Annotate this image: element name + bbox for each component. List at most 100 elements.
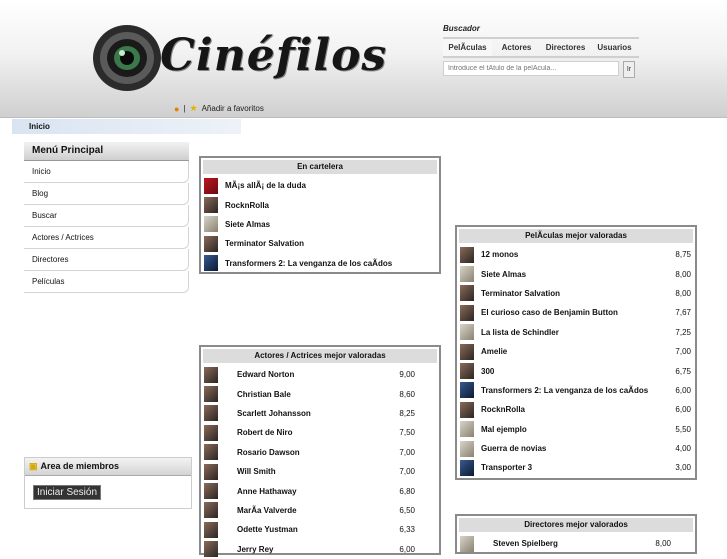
table-row[interactable]: El curioso caso de Benjamin Button 7,67	[457, 303, 695, 322]
breadcrumb[interactable]: Inicio	[12, 119, 241, 134]
table-row[interactable]: Anne Hathaway 6,80	[201, 481, 439, 500]
poster-thumbnail[interactable]	[460, 401, 474, 418]
list-item[interactable]: Transformers 2: La venganza de los caÃdo…	[201, 254, 439, 273]
actor-name[interactable]: Christian Bale	[237, 390, 291, 399]
poster-thumbnail[interactable]	[460, 246, 474, 263]
movie-title[interactable]: 300	[481, 367, 494, 376]
table-row[interactable]: Terminator Salvation 8,00	[457, 284, 695, 303]
site-logo-text[interactable]: Cinéfilos	[160, 30, 387, 81]
poster-thumbnail[interactable]	[204, 235, 218, 252]
poster-thumbnail[interactable]	[460, 459, 474, 476]
menu-item-directores[interactable]: Directores	[24, 249, 189, 271]
actor-name[interactable]: Edward Norton	[237, 370, 294, 379]
table-row[interactable]: Scarlett Johansson 8,25	[201, 404, 439, 423]
actor-name[interactable]: MarÃa Valverde	[237, 506, 297, 515]
actor-name[interactable]: Scarlett Johansson	[237, 409, 311, 418]
menu-item-buscar[interactable]: Buscar	[24, 205, 189, 227]
poster-thumbnail[interactable]	[460, 285, 474, 302]
poster-thumbnail[interactable]	[460, 363, 474, 380]
list-item[interactable]: Siete Almas	[201, 215, 439, 234]
poster-thumbnail[interactable]	[460, 324, 474, 341]
table-row[interactable]: Christian Bale 8,60	[201, 384, 439, 403]
add-favorites-link[interactable]: Añadir a favoritos	[202, 104, 264, 113]
movie-title[interactable]: RocknRolla	[481, 405, 525, 414]
table-row[interactable]: RocknRolla 6,00	[457, 400, 695, 419]
table-row[interactable]: Steven Spielberg 8,00	[457, 534, 695, 553]
table-row[interactable]: Mal ejemplo 5,50	[457, 420, 695, 439]
actor-photo[interactable]	[204, 405, 218, 422]
actor-photo[interactable]	[204, 366, 218, 383]
search-submit-button[interactable]: Ir	[623, 61, 635, 78]
poster-thumbnail[interactable]	[460, 266, 474, 283]
menu-item-blog[interactable]: Blog	[24, 183, 189, 205]
actor-name[interactable]: Rosario Dawson	[237, 448, 300, 457]
movie-title[interactable]: Guerra de novias	[481, 444, 546, 453]
actor-name[interactable]: Robert de Niro	[237, 428, 293, 437]
actor-photo[interactable]	[204, 541, 218, 558]
movie-title[interactable]: RocknRolla	[225, 201, 269, 210]
movie-title[interactable]: La lista de Schindler	[481, 328, 559, 337]
list-item[interactable]: MÃ¡s allÃ¡ de la duda	[201, 176, 439, 195]
table-row[interactable]: Amelie 7,00	[457, 342, 695, 361]
actor-photo[interactable]	[204, 424, 218, 441]
actor-name[interactable]: Jerry Rey	[237, 545, 273, 554]
menu-item-peliculas[interactable]: Películas	[24, 271, 189, 293]
movie-title[interactable]: El curioso caso de Benjamin Button	[481, 308, 618, 317]
movie-title[interactable]: Transformers 2: La venganza de los caÃdo…	[225, 259, 392, 268]
actor-photo[interactable]	[204, 444, 218, 461]
table-row[interactable]: Robert de Niro 7,50	[201, 423, 439, 442]
poster-thumbnail[interactable]	[204, 255, 218, 272]
director-photo[interactable]	[460, 535, 474, 552]
poster-thumbnail[interactable]	[204, 197, 218, 214]
menu-item-inicio[interactable]: Inicio	[24, 161, 189, 183]
poster-thumbnail[interactable]	[460, 421, 474, 438]
table-row[interactable]: MarÃa Valverde 6,50	[201, 501, 439, 520]
tab-directores[interactable]: Directores	[541, 39, 590, 56]
list-item[interactable]: Terminator Salvation	[201, 234, 439, 253]
list-item[interactable]: RocknRolla	[201, 195, 439, 214]
poster-thumbnail[interactable]	[204, 216, 218, 233]
login-button[interactable]: Iniciar Sesión	[33, 485, 102, 500]
table-row[interactable]: Transporter 3 3,00	[457, 458, 695, 477]
movie-title[interactable]: Mal ejemplo	[481, 425, 527, 434]
poster-thumbnail[interactable]	[460, 382, 474, 399]
table-row[interactable]: Odette Yustman 6,33	[201, 520, 439, 539]
table-row[interactable]: La lista de Schindler 7,25	[457, 323, 695, 342]
actor-name[interactable]: Will Smith	[237, 467, 276, 476]
movie-title[interactable]: Terminator Salvation	[481, 289, 560, 298]
table-row[interactable]: 12 monos 8,75	[457, 245, 695, 264]
movie-title[interactable]: Terminator Salvation	[225, 239, 304, 248]
table-row[interactable]: Siete Almas 8,00	[457, 264, 695, 283]
poster-thumbnail[interactable]	[460, 440, 474, 457]
table-row[interactable]: Jerry Rey 6,00	[201, 540, 439, 559]
table-row[interactable]: Transformers 2: La venganza de los caÃdo…	[457, 381, 695, 400]
table-row[interactable]: Edward Norton 9,00	[201, 365, 439, 384]
table-row[interactable]: Will Smith 7,00	[201, 462, 439, 481]
actor-photo[interactable]	[204, 502, 218, 519]
table-row[interactable]: Rosario Dawson 7,00	[201, 443, 439, 462]
director-name[interactable]: Steven Spielberg	[493, 539, 558, 548]
movie-title[interactable]: Amelie	[481, 347, 507, 356]
actor-name[interactable]: Anne Hathaway	[237, 487, 297, 496]
tab-peliculas[interactable]: PelÃculas	[443, 39, 492, 56]
movie-title[interactable]: MÃ¡s allÃ¡ de la duda	[225, 181, 306, 190]
movie-title[interactable]: Siete Almas	[225, 220, 270, 229]
actor-photo[interactable]	[204, 386, 218, 403]
actor-photo[interactable]	[204, 483, 218, 500]
movie-title[interactable]: Siete Almas	[481, 270, 526, 279]
movie-title[interactable]: Transformers 2: La venganza de los caÃdo…	[481, 386, 648, 395]
poster-thumbnail[interactable]	[460, 343, 474, 360]
tab-usuarios[interactable]: Usuarios	[590, 39, 639, 56]
poster-thumbnail[interactable]	[204, 177, 218, 194]
poster-thumbnail[interactable]	[460, 304, 474, 321]
menu-item-actores[interactable]: Actores / Actrices	[24, 227, 189, 249]
actor-name[interactable]: Odette Yustman	[237, 525, 298, 534]
table-row[interactable]: Guerra de novias 4,00	[457, 439, 695, 458]
movie-title[interactable]: 12 monos	[481, 250, 518, 259]
actor-photo[interactable]	[204, 463, 218, 480]
tab-actores[interactable]: Actores	[492, 39, 541, 56]
home-icon[interactable]: ●	[174, 104, 179, 114]
table-row[interactable]: 300 6,75	[457, 361, 695, 380]
actor-photo[interactable]	[204, 521, 218, 538]
movie-title[interactable]: Transporter 3	[481, 463, 532, 472]
